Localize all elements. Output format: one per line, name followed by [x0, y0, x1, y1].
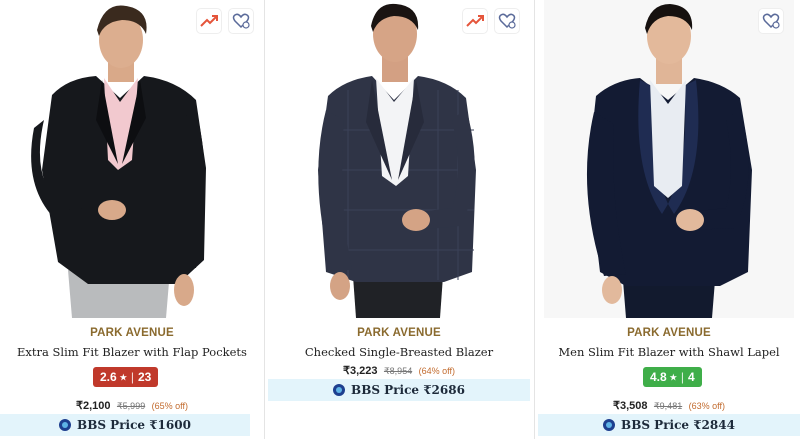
mrp-price: ₹9,481	[653, 401, 683, 411]
model-photo	[0, 0, 264, 318]
selling-price: ₹2,100	[75, 400, 111, 412]
bbs-price-banner: BBS Price ₹2686	[268, 379, 530, 401]
product-image[interactable]	[268, 0, 530, 318]
bbs-price-banner: BBS Price ₹1600	[0, 414, 250, 436]
price-row: ₹2,100 ₹5,999 (65% off)	[0, 396, 264, 414]
rating-count: 4	[687, 370, 695, 384]
trending-icon[interactable]	[196, 8, 222, 34]
discount-text: (65% off)	[151, 401, 189, 411]
star-icon: ★	[669, 372, 677, 382]
card-actions	[196, 8, 254, 34]
card-divider	[534, 0, 535, 439]
rating-separator: |	[130, 370, 134, 384]
bbs-price-banner: BBS Price ₹2844	[538, 414, 800, 436]
bbs-logo-icon	[333, 384, 346, 396]
wishlist-icon[interactable]	[758, 8, 784, 34]
star-icon: ★	[119, 372, 127, 382]
rating-separator: |	[680, 370, 684, 384]
model-photo	[544, 0, 794, 318]
product-title[interactable]: Checked Single-Breasted Blazer	[268, 345, 530, 359]
price-row: ₹3,223 ₹8,954 (64% off)	[268, 361, 530, 379]
discount-text: (63% off)	[688, 401, 726, 411]
mrp-price: ₹8,954	[383, 366, 413, 376]
rating-badge: 4.8 ★ | 4	[643, 367, 702, 387]
product-card[interactable]: PARK AVENUE Checked Single-Breasted Blaz…	[268, 0, 530, 439]
product-card[interactable]: PARK AVENUE Extra Slim Fit Blazer with F…	[0, 0, 264, 439]
mrp-price: ₹5,999	[116, 401, 146, 411]
product-image[interactable]	[544, 0, 794, 318]
selling-price: ₹3,223	[342, 365, 378, 377]
model-photo	[268, 0, 530, 318]
product-title[interactable]: Extra Slim Fit Blazer with Flap Pockets	[0, 345, 264, 359]
rating-value: 2.6	[100, 370, 117, 384]
product-brand[interactable]: PARK AVENUE	[268, 327, 530, 339]
trending-icon[interactable]	[462, 8, 488, 34]
price-row: ₹3,508 ₹9,481 (63% off)	[538, 396, 800, 414]
wishlist-icon[interactable]	[228, 8, 254, 34]
product-card[interactable]: PARK AVENUE Men Slim Fit Blazer with Sha…	[538, 0, 800, 439]
wishlist-icon[interactable]	[494, 8, 520, 34]
rating-badge: 2.6 ★ | 23	[93, 367, 159, 387]
product-title[interactable]: Men Slim Fit Blazer with Shawl Lapel	[538, 345, 800, 359]
rating-value: 4.8	[650, 370, 667, 384]
bbs-logo-icon	[59, 419, 72, 431]
product-brand[interactable]: PARK AVENUE	[538, 327, 800, 339]
product-image[interactable]	[0, 0, 264, 318]
discount-text: (64% off)	[418, 366, 456, 376]
product-grid: PARK AVENUE Extra Slim Fit Blazer with F…	[0, 0, 800, 439]
bbs-logo-icon	[603, 419, 616, 431]
bbs-price: BBS Price ₹2686	[351, 383, 465, 397]
card-divider	[264, 0, 265, 439]
bbs-price: BBS Price ₹2844	[621, 418, 735, 432]
card-actions	[462, 8, 520, 34]
rating-count: 23	[137, 370, 152, 384]
selling-price: ₹3,508	[612, 400, 648, 412]
card-actions	[758, 8, 784, 34]
bbs-price: BBS Price ₹1600	[77, 418, 191, 432]
product-brand[interactable]: PARK AVENUE	[0, 327, 264, 339]
